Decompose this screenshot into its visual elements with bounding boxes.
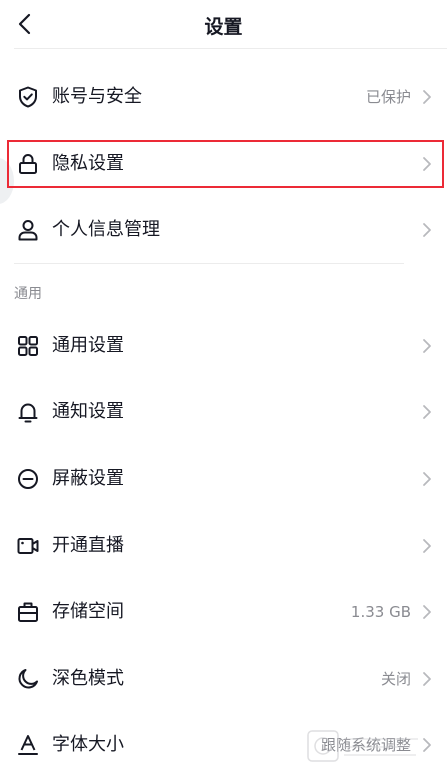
chevron-right-icon — [423, 738, 431, 752]
lock-icon — [19, 154, 37, 174]
user-icon — [18, 220, 38, 241]
header: 设置 — [0, 0, 447, 48]
row-label: 开通直播 — [52, 535, 124, 556]
chevron-right-icon — [423, 339, 431, 353]
block-icon — [18, 469, 38, 489]
bell-icon — [18, 403, 38, 423]
row-label: 深色模式 — [52, 668, 124, 689]
row-label: 账号与安全 — [52, 86, 142, 107]
settings-row-account-security[interactable]: 账号与安全 已保护 — [0, 72, 447, 122]
row-value: 跟随系统调整 — [320, 736, 411, 754]
row-label: 存储空间 — [52, 601, 124, 622]
grid-icon — [18, 336, 38, 356]
chevron-right-icon — [423, 539, 431, 553]
chevron-right-icon — [423, 223, 431, 237]
chevron-right-icon — [423, 672, 431, 686]
settings-row-dark-mode[interactable]: 深色模式 关闭 — [0, 654, 447, 704]
row-value: 关闭 — [380, 670, 411, 688]
page-title: 设置 — [204, 16, 243, 38]
settings-row-notifications[interactable]: 通知设置 — [0, 387, 447, 437]
settings-row-general[interactable]: 通用设置 — [0, 321, 447, 371]
row-value: 已保护 — [365, 88, 411, 106]
header-divider — [14, 48, 447, 49]
row-label: 个人信息管理 — [52, 219, 160, 240]
chevron-right-icon — [423, 90, 431, 104]
section-header-general: 通用 — [14, 286, 42, 302]
row-label: 通用设置 — [52, 335, 124, 356]
row-value: 1.33 GB — [350, 603, 411, 621]
chevron-right-icon — [423, 472, 431, 486]
settings-row-font-size[interactable]: 字体大小 跟随系统调整 — [0, 720, 447, 770]
moon-icon — [18, 669, 38, 689]
row-label: 通知设置 — [52, 401, 124, 422]
settings-row-storage[interactable]: 存储空间 1.33 GB — [0, 587, 447, 637]
settings-row-live[interactable]: 开通直播 — [0, 521, 447, 571]
section-divider — [14, 263, 404, 264]
row-label: 隐私设置 — [52, 153, 124, 174]
video-camera-icon — [17, 538, 39, 554]
row-label: 屏蔽设置 — [52, 468, 124, 489]
chevron-right-icon — [423, 405, 431, 419]
settings-row-privacy[interactable]: 隐私设置 — [0, 139, 447, 189]
shield-check-icon — [19, 86, 37, 108]
font-size-icon — [18, 735, 38, 755]
row-label: 字体大小 — [52, 734, 124, 755]
settings-row-block[interactable]: 屏蔽设置 — [0, 454, 447, 504]
chevron-right-icon — [423, 605, 431, 619]
storage-icon — [18, 602, 38, 622]
settings-row-personal-info[interactable]: 个人信息管理 — [0, 205, 447, 255]
chevron-right-icon — [423, 157, 431, 171]
